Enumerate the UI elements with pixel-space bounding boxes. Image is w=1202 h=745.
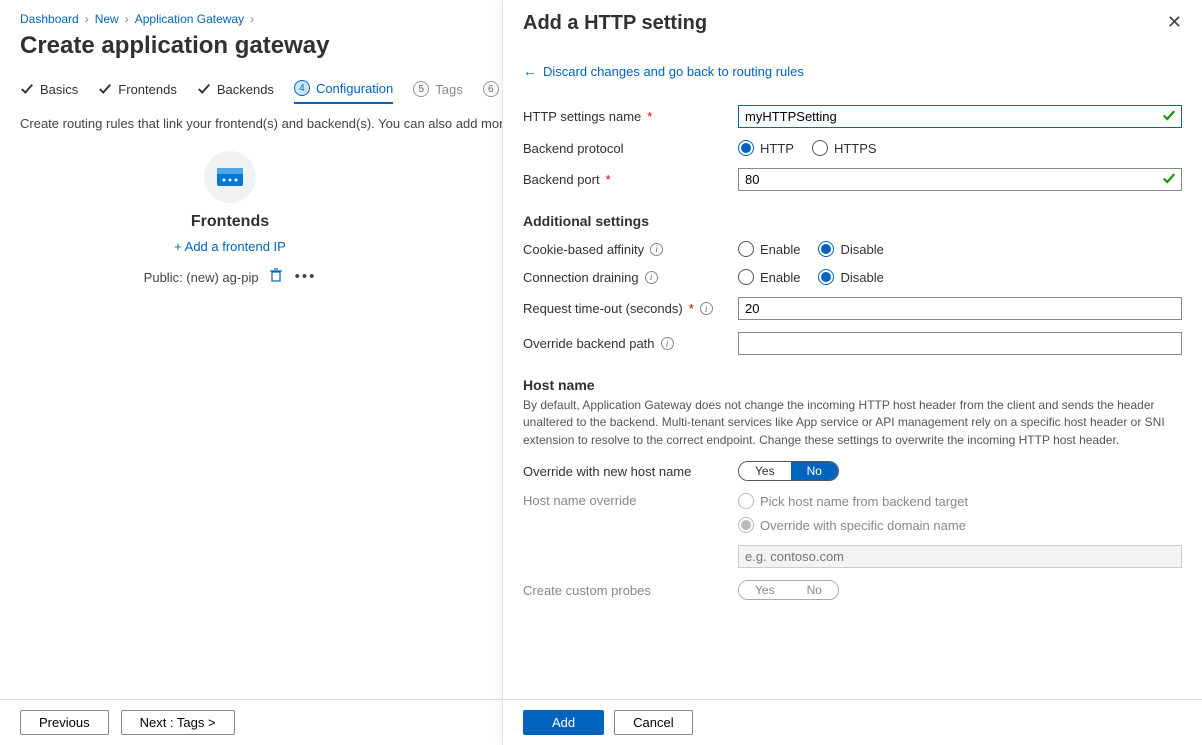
cancel-button[interactable]: Cancel	[614, 710, 692, 735]
label-port: Backend port*	[523, 172, 738, 187]
tab-frontends[interactable]: Frontends	[98, 82, 177, 103]
add-button[interactable]: Add	[523, 710, 604, 735]
check-icon	[98, 82, 112, 96]
frontends-icon	[204, 151, 256, 203]
tab-label: Configuration	[316, 81, 393, 96]
label-cookie-affinity: Cookie-based affinity i	[523, 242, 738, 257]
tab-configuration[interactable]: 4 Configuration	[294, 80, 393, 104]
frontends-card: Frontends + Add a frontend IP Public: (n…	[100, 151, 360, 286]
tab-label: Backends	[217, 82, 274, 97]
label-override-hostname: Override with new host name	[523, 464, 738, 479]
discard-back-link[interactable]: ← Discard changes and go back to routing…	[523, 63, 804, 79]
crumb-dashboard[interactable]: Dashboard	[20, 12, 79, 26]
custom-probes-toggle: Yes No	[738, 580, 839, 600]
check-icon	[197, 82, 211, 96]
label-hostname-override: Host name override	[523, 493, 738, 508]
cookie-disable-radio[interactable]: Disable	[818, 241, 883, 257]
panel-body: ← Discard changes and go back to routing…	[503, 41, 1202, 699]
frontends-title: Frontends	[100, 213, 360, 231]
panel-footer: Add Cancel	[503, 699, 1202, 745]
close-icon[interactable]: ✕	[1167, 12, 1182, 33]
step-number: 6	[483, 81, 499, 97]
tab-backends[interactable]: Backends	[197, 82, 274, 103]
next-button[interactable]: Next : Tags >	[121, 710, 235, 735]
backend-port-input[interactable]	[738, 168, 1182, 191]
arrow-left-icon: ←	[523, 63, 537, 79]
override-backend-path-input[interactable]	[738, 332, 1182, 355]
tab-label: Tags	[435, 82, 462, 97]
panel-title: Add a HTTP setting	[523, 12, 707, 35]
pick-backend-radio: Pick host name from backend target	[738, 493, 968, 509]
frontend-ip-text: Public: (new) ag-pip	[144, 270, 259, 285]
protocol-http-radio[interactable]: HTTP	[738, 140, 794, 156]
additional-settings-heading: Additional settings	[523, 213, 1182, 229]
specific-domain-radio: Override with specific domain name	[738, 517, 966, 533]
hostname-description: By default, Application Gateway does not…	[523, 397, 1182, 449]
toggle-yes: Yes	[739, 581, 791, 599]
toggle-no: No	[791, 581, 838, 599]
hostname-heading: Host name	[523, 377, 1182, 393]
crumb-appgw[interactable]: Application Gateway	[135, 12, 244, 26]
more-icon[interactable]: •••	[295, 268, 317, 286]
info-icon[interactable]: i	[661, 337, 674, 350]
crumb-new[interactable]: New	[95, 12, 119, 26]
label-protocol: Backend protocol	[523, 141, 738, 156]
label-connection-draining: Connection draining i	[523, 270, 738, 285]
drain-enable-radio[interactable]: Enable	[738, 269, 800, 285]
info-icon[interactable]: i	[650, 243, 663, 256]
protocol-https-radio[interactable]: HTTPS	[812, 140, 877, 156]
delete-icon[interactable]	[269, 268, 283, 286]
step-number: 4	[294, 80, 310, 96]
toggle-no[interactable]: No	[791, 462, 838, 480]
info-icon[interactable]: i	[700, 302, 713, 315]
override-hostname-toggle[interactable]: Yes No	[738, 461, 839, 481]
label-override-path: Override backend path i	[523, 336, 738, 351]
info-icon[interactable]: i	[645, 271, 658, 284]
domain-name-input	[738, 545, 1182, 568]
check-icon	[20, 82, 34, 96]
valid-check-icon	[1162, 171, 1176, 188]
add-frontend-ip-link[interactable]: + Add a frontend IP	[100, 239, 360, 254]
chevron-right-icon: ›	[250, 12, 254, 26]
previous-button[interactable]: Previous	[20, 710, 109, 735]
tab-tags[interactable]: 5 Tags	[413, 81, 462, 103]
drain-disable-radio[interactable]: Disable	[818, 269, 883, 285]
step-number: 5	[413, 81, 429, 97]
tab-label: Basics	[40, 82, 78, 97]
panel-header: Add a HTTP setting ✕	[503, 0, 1202, 41]
cookie-enable-radio[interactable]: Enable	[738, 241, 800, 257]
back-link-text: Discard changes and go back to routing r…	[543, 64, 804, 79]
request-timeout-input[interactable]	[738, 297, 1182, 320]
label-name: HTTP settings name*	[523, 109, 738, 124]
label-timeout: Request time-out (seconds)* i	[523, 301, 738, 316]
label-custom-probes: Create custom probes	[523, 583, 738, 598]
http-settings-name-input[interactable]	[738, 105, 1182, 128]
valid-check-icon	[1162, 108, 1176, 125]
tab-label: Frontends	[118, 82, 177, 97]
frontend-ip-row: Public: (new) ag-pip •••	[100, 268, 360, 286]
toggle-yes[interactable]: Yes	[739, 462, 791, 480]
chevron-right-icon: ›	[125, 12, 129, 26]
chevron-right-icon: ›	[85, 12, 89, 26]
tab-basics[interactable]: Basics	[20, 82, 78, 103]
http-setting-panel: Add a HTTP setting ✕ ← Discard changes a…	[502, 0, 1202, 745]
